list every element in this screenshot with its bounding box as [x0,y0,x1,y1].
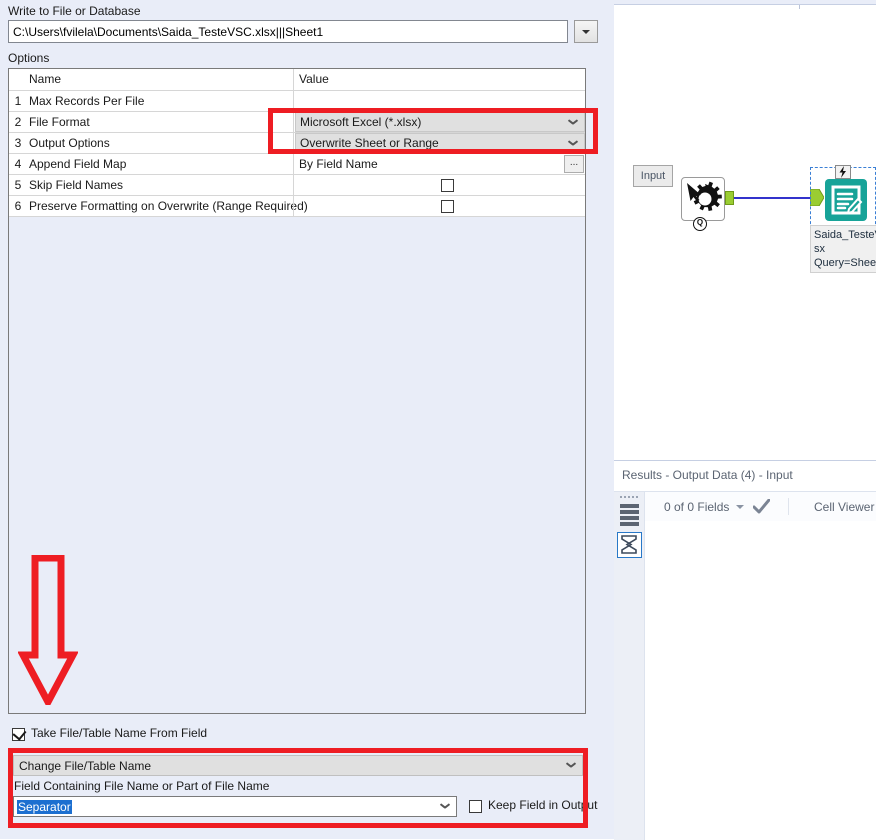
output-options-dropdown[interactable]: Overwrite Sheet or Range [295,133,585,153]
results-panel: Results - Output Data (4) - Input 0 of 0… [614,460,876,840]
row-name: Preserve Formatting on Overwrite (Range … [29,199,308,213]
results-grid-body[interactable] [645,521,876,840]
file-name-field-block: Change File/Table Name Field Containing … [10,752,597,824]
skip-field-names-checkbox[interactable] [441,179,454,192]
row-number: 6 [14,199,22,213]
input-node-label: Input [633,165,673,187]
change-file-table-name-value: Change File/Table Name [19,759,152,773]
caption-line-3: Query=Sheet [814,257,876,269]
options-label: Options [8,51,50,65]
results-toolbar: 0 of 0 Fields Cell Viewer [645,492,876,522]
row-number: 2 [14,115,22,129]
take-file-name-group: Take File/Table Name From Field [8,726,586,742]
table-row[interactable]: 5 Skip Field Names [9,175,585,196]
results-sidebar [614,492,645,840]
sigma-icon[interactable] [617,532,642,558]
column-divider [293,196,294,216]
append-field-map-value: By Field Name [299,157,378,171]
chevron-down-icon [569,119,577,124]
row-name: File Format [29,115,90,129]
output-data-node[interactable] [810,165,876,229]
canvas-top-tick [799,5,800,9]
table-row[interactable]: 4 Append Field Map By Field Name ... [9,154,585,175]
write-to-file-config-panel: Write to File or Database Options Name V… [0,0,608,839]
column-divider [293,154,294,174]
output-connector-plug[interactable] [725,191,734,205]
keep-field-in-output-label: Keep Field in Output [488,798,598,812]
file-path-row [8,20,598,43]
column-divider [293,175,294,195]
options-table-header: Name Value [9,69,585,91]
right-area: Input Q Saida_Teste sx Query=Sheet Resul… [608,0,876,840]
fields-chevron-down-icon[interactable] [736,505,744,509]
records-icon[interactable] [620,504,639,526]
gear-tool-node[interactable] [681,177,725,221]
field-name-dropdown[interactable]: Separator [13,796,457,817]
results-title-bar: Results - Output Data (4) - Input [614,461,876,492]
keep-field-in-output-checkbox[interactable] [469,800,482,813]
row-name: Skip Field Names [29,178,124,192]
file-format-dropdown[interactable]: Microsoft Excel (*.xlsx) [295,112,585,132]
table-row[interactable]: 3 Output Options Overwrite Sheet or Rang… [9,133,585,154]
check-icon [12,726,27,741]
take-file-table-name-checkbox[interactable] [12,726,27,741]
gear-node-badge: Q [693,217,707,231]
column-header-value: Value [299,72,329,86]
column-divider [293,69,294,90]
table-row[interactable]: 2 File Format Microsoft Excel (*.xlsx) [9,112,585,133]
file-path-input[interactable] [8,20,568,43]
row-name: Max Records Per File [29,94,145,108]
chevron-down-icon [441,803,449,808]
column-divider [293,133,294,153]
options-table: Name Value 1 Max Records Per File 2 File… [8,68,586,714]
lightning-badge-icon [835,165,851,179]
file-format-value: Microsoft Excel (*.xlsx) [300,115,422,129]
take-file-table-name-label: Take File/Table Name From Field [31,726,213,740]
change-file-table-name-dropdown[interactable]: Change File/Table Name [13,755,583,776]
column-divider [293,91,294,111]
output-options-value: Overwrite Sheet or Range [300,136,439,150]
chevron-down-icon [582,29,590,34]
preserve-formatting-checkbox[interactable] [441,200,454,213]
gear-icon [687,181,722,211]
table-row[interactable]: 6 Preserve Formatting on Overwrite (Rang… [9,196,585,217]
caption-line-2: sx [814,243,825,255]
row-number: 1 [14,94,22,108]
file-path-dropdown-button[interactable] [574,20,598,43]
drag-grip-icon[interactable] [620,496,639,499]
append-field-map-browse-button[interactable]: ... [564,155,584,173]
table-row[interactable]: 1 Max Records Per File [9,91,585,112]
column-header-name: Name [29,72,62,86]
row-number: 3 [14,136,22,150]
row-number: 5 [14,178,22,192]
toolbar-divider [788,498,789,515]
output-data-icon [825,179,867,221]
chevron-down-icon [569,140,577,145]
output-node-caption: Saida_TesteVS sx Query=Sheet [810,225,876,273]
connection-line[interactable] [734,197,810,199]
workflow-canvas[interactable]: Input Q Saida_Teste sx Query=Sheet [614,4,876,461]
results-title-text: Results - Output Data (4) - Input [622,468,793,482]
row-name: Append Field Map [29,157,127,171]
checkmark-icon[interactable] [752,498,771,514]
fields-count-label: 0 of 0 Fields [664,500,730,514]
chevron-down-icon [567,762,575,767]
cell-viewer-label: Cell Viewer [814,500,875,514]
write-to-file-title: Write to File or Database [8,4,141,18]
field-containing-file-name-label: Field Containing File Name or Part of Fi… [14,779,270,793]
field-name-selected-value: Separator [17,800,72,814]
row-number: 4 [14,157,22,171]
column-divider [293,112,294,132]
caption-line-1: Saida_TesteVS [814,229,876,241]
row-name: Output Options [29,136,110,150]
